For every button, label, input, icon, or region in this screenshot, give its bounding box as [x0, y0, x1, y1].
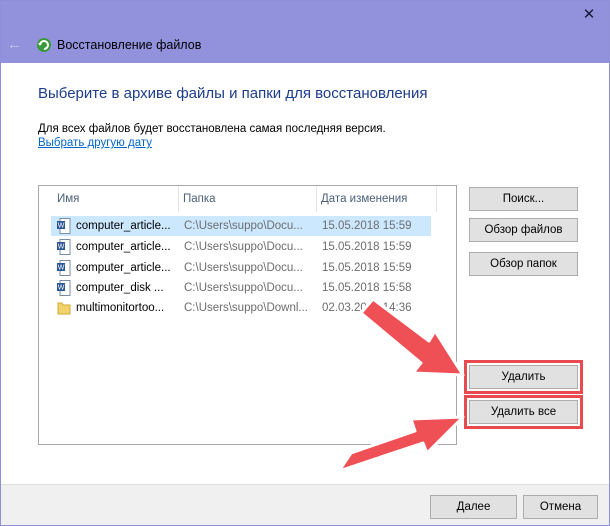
- cancel-button[interactable]: Отмена: [523, 495, 598, 519]
- close-icon[interactable]: ✕: [581, 7, 597, 23]
- browse-files-button[interactable]: Обзор файлов: [469, 218, 578, 242]
- file-name: computer_article...: [76, 241, 171, 253]
- file-recovery-app-icon: [35, 36, 53, 54]
- file-date: 02.03.2018 14:36: [322, 302, 412, 314]
- folder-name: multimonitortoo...: [76, 302, 165, 314]
- file-folder: C:\Users\suppo\Docu...: [184, 262, 303, 274]
- file-name: computer_article...: [76, 220, 171, 232]
- list-item[interactable]: W computer_article... C:\Users\suppo\Doc…: [51, 216, 431, 236]
- browse-folders-button[interactable]: Обзор папок: [469, 252, 578, 276]
- search-button[interactable]: Поиск...: [469, 187, 578, 211]
- file-recovery-window: ✕ ← Восстановление файлов Выберите в арх…: [0, 0, 610, 526]
- list-item[interactable]: W computer_disk ... C:\Users\suppo\Docu.…: [51, 278, 431, 298]
- svg-text:W: W: [58, 265, 65, 272]
- svg-text:W: W: [58, 244, 65, 251]
- file-folder: C:\Users\suppo\Docu...: [184, 220, 303, 232]
- svg-text:W: W: [58, 285, 65, 292]
- back-arrow-icon[interactable]: ←: [7, 37, 25, 53]
- file-date: 15.05.2018 15:58: [322, 282, 412, 294]
- folder-icon: [57, 300, 71, 316]
- title-bar: ✕ ← Восстановление файлов: [1, 1, 609, 63]
- word-document-icon: W: [57, 280, 71, 296]
- svg-text:W: W: [58, 223, 65, 230]
- file-name: computer_disk ...: [76, 282, 164, 294]
- next-button[interactable]: Далее: [430, 495, 517, 519]
- list-item[interactable]: W computer_article... C:\Users\suppo\Doc…: [51, 258, 431, 278]
- file-name: computer_article...: [76, 262, 171, 274]
- column-header-name[interactable]: Имя: [39, 186, 179, 212]
- choose-other-date-link[interactable]: Выбрать другую дату: [38, 137, 152, 149]
- delete-button[interactable]: Удалить: [469, 365, 578, 389]
- word-document-icon: W: [57, 239, 71, 255]
- file-date: 15.05.2018 15:59: [322, 241, 412, 253]
- list-item[interactable]: W computer_article... C:\Users\suppo\Doc…: [51, 237, 431, 257]
- word-document-icon: W: [57, 260, 71, 276]
- window-title: Восстановление файлов: [57, 38, 202, 52]
- page-heading: Выберите в архиве файлы и папки для восс…: [38, 85, 428, 102]
- file-date: 15.05.2018 15:59: [322, 262, 412, 274]
- file-folder: C:\Users\suppo\Docu...: [184, 241, 303, 253]
- column-header-folder[interactable]: Папка: [179, 186, 317, 212]
- file-folder: C:\Users\suppo\Downl...: [184, 302, 308, 314]
- file-folder: C:\Users\suppo\Docu...: [184, 282, 303, 294]
- list-item[interactable]: multimonitortoo... C:\Users\suppo\Downl.…: [51, 298, 431, 318]
- word-document-icon: W: [57, 218, 71, 234]
- file-list[interactable]: Имя Папка Дата изменения W computer_arti…: [38, 185, 457, 445]
- latest-version-note: Для всех файлов будет восстановлена сама…: [38, 123, 386, 135]
- delete-all-button[interactable]: Удалить все: [469, 400, 578, 424]
- column-header-date[interactable]: Дата изменения: [317, 186, 437, 212]
- file-date: 15.05.2018 15:59: [322, 220, 412, 232]
- footer-bar: [1, 484, 609, 525]
